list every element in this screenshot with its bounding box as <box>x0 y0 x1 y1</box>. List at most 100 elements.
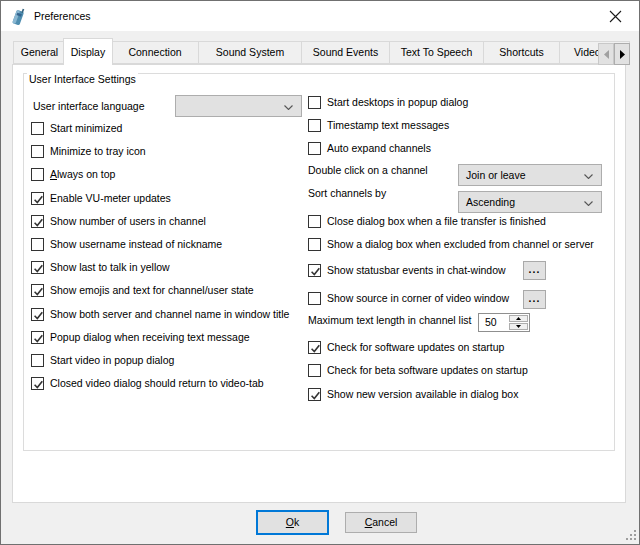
arrow-left-icon <box>604 50 609 59</box>
sort-channels-label: Sort channels by <box>308 187 386 200</box>
auto-expand-checkbox[interactable] <box>308 142 321 155</box>
option-desktops-popup[interactable]: Start desktops in popup dialog <box>308 95 468 109</box>
option-timestamp[interactable]: Timestamp text messages <box>308 118 449 132</box>
option-check-beta-updates[interactable]: Check for beta software updates on start… <box>308 363 528 377</box>
sort-channels-select[interactable]: Ascending <box>458 191 602 213</box>
vu-meter-label: Enable VU-meter updates <box>50 192 171 205</box>
close-icon <box>609 10 622 23</box>
timestamp-label: Timestamp text messages <box>327 119 449 132</box>
option-excluded-dialog[interactable]: Show a dialog box when excluded from cha… <box>308 237 594 251</box>
option-video-return-tab[interactable]: Closed video dialog should return to vid… <box>31 376 264 390</box>
video-return-tab-checkbox[interactable] <box>31 377 44 390</box>
popup-text-message-checkbox[interactable] <box>31 331 44 344</box>
excluded-dialog-checkbox[interactable] <box>308 238 321 251</box>
option-check-updates[interactable]: Check for software updates on startup <box>308 340 504 354</box>
option-close-file-transfer[interactable]: Close dialog box when a file transfer is… <box>308 214 546 228</box>
last-to-talk-checkbox[interactable] <box>31 261 44 274</box>
show-username-label: Show username instead of nickname <box>50 238 222 251</box>
option-server-channel-title[interactable]: Show both server and channel name in win… <box>31 307 289 321</box>
max-text-length-value: 50 <box>479 316 508 329</box>
language-select[interactable] <box>175 95 302 117</box>
statusbar-events-label: Show statusbar events in chat-window <box>327 264 506 277</box>
video-source-corner-checkbox[interactable] <box>308 292 321 305</box>
arrow-down-icon <box>516 325 521 328</box>
arrow-right-icon <box>620 50 625 59</box>
option-auto-expand[interactable]: Auto expand channels <box>308 141 431 155</box>
video-return-tab-label: Closed video dialog should return to vid… <box>50 377 264 390</box>
option-minimize-to-tray[interactable]: Minimize to tray icon <box>31 144 146 158</box>
popup-text-message-label: Popup dialog when receiving text message <box>50 331 250 344</box>
cancel-button[interactable]: Cancel <box>345 512 417 533</box>
option-last-to-talk[interactable]: Show last to talk in yellow <box>31 260 170 274</box>
check-updates-checkbox[interactable] <box>308 341 321 354</box>
option-video-popup[interactable]: Start video in popup dialog <box>31 353 174 367</box>
option-statusbar-events[interactable]: Show statusbar events in chat-window <box>308 263 506 277</box>
close-file-transfer-label: Close dialog box when a file transfer is… <box>327 215 546 228</box>
option-show-username[interactable]: Show username instead of nickname <box>31 237 222 251</box>
new-version-dialog-label: Show new version available in dialog box <box>327 388 518 401</box>
video-popup-checkbox[interactable] <box>31 354 44 367</box>
option-show-user-count[interactable]: Show number of users in channel <box>31 214 206 228</box>
resize-grip[interactable] <box>624 528 638 542</box>
tab-scroll-left-button[interactable] <box>598 43 614 65</box>
tab-display[interactable]: Display <box>63 38 113 65</box>
minimize-to-tray-checkbox[interactable] <box>31 145 44 158</box>
double-click-select[interactable]: Join or leave <box>458 164 602 186</box>
chevron-down-icon <box>584 201 593 206</box>
always-on-top-checkbox[interactable] <box>31 168 44 181</box>
ok-label: Ok <box>286 516 299 529</box>
desktops-popup-checkbox[interactable] <box>308 96 321 109</box>
group-title: User Interface Settings <box>27 72 138 87</box>
spin-down-button[interactable] <box>509 323 528 330</box>
show-username-checkbox[interactable] <box>31 238 44 251</box>
server-channel-title-label: Show both server and channel name in win… <box>50 308 289 321</box>
window-title: Preferences <box>34 10 91 23</box>
tab-shortcuts[interactable]: Shortcuts <box>483 41 560 64</box>
ok-button[interactable]: Ok <box>256 510 329 535</box>
chevron-down-icon <box>284 105 293 110</box>
minimize-to-tray-label: Minimize to tray icon <box>50 145 146 158</box>
check-beta-updates-label: Check for beta software updates on start… <box>327 364 528 377</box>
new-version-dialog-checkbox[interactable] <box>308 388 321 401</box>
language-label: User interface language <box>33 100 145 113</box>
tab-scroll-right-button[interactable] <box>614 43 630 65</box>
start-minimized-checkbox[interactable] <box>31 122 44 135</box>
video-source-more-button[interactable]: ... <box>523 290 546 309</box>
tab-connection[interactable]: Connection <box>111 41 199 64</box>
server-channel-title-checkbox[interactable] <box>31 308 44 321</box>
statusbar-events-checkbox[interactable] <box>308 264 321 277</box>
option-vu-meter[interactable]: Enable VU-meter updates <box>31 191 171 205</box>
double-click-value: Join or leave <box>459 169 526 182</box>
option-new-version-dialog[interactable]: Show new version available in dialog box <box>308 387 518 401</box>
timestamp-checkbox[interactable] <box>308 119 321 132</box>
vu-meter-checkbox[interactable] <box>31 192 44 205</box>
double-click-label: Double click on a channel <box>308 164 428 177</box>
check-beta-updates-checkbox[interactable] <box>308 364 321 377</box>
spin-up-button[interactable] <box>509 315 528 322</box>
option-video-source-corner[interactable]: Show source in corner of video window <box>308 291 509 305</box>
max-text-length-spinbox[interactable]: 50 <box>478 313 530 332</box>
start-minimized-label: Start minimized <box>50 122 122 135</box>
tab-text-to-speech[interactable]: Text To Speech <box>389 41 484 64</box>
option-show-emojis[interactable]: Show emojis and text for channel/user st… <box>31 283 254 297</box>
last-to-talk-label: Show last to talk in yellow <box>50 261 170 274</box>
cancel-label: Cancel <box>365 516 398 529</box>
close-file-transfer-checkbox[interactable] <box>308 215 321 228</box>
show-user-count-checkbox[interactable] <box>31 215 44 228</box>
statusbar-events-more-button[interactable]: ... <box>523 261 546 280</box>
show-user-count-label: Show number of users in channel <box>50 215 206 228</box>
desktops-popup-label: Start desktops in popup dialog <box>327 96 468 109</box>
option-always-on-top[interactable]: Always on top <box>31 167 115 181</box>
arrow-up-icon <box>516 317 521 320</box>
video-source-corner-label: Show source in corner of video window <box>327 292 509 305</box>
option-start-minimized[interactable]: Start minimized <box>31 121 122 135</box>
tab-general[interactable]: General <box>13 41 66 64</box>
excluded-dialog-label: Show a dialog box when excluded from cha… <box>327 238 594 251</box>
close-button[interactable] <box>593 2 638 31</box>
option-popup-text-message[interactable]: Popup dialog when receiving text message <box>31 330 250 344</box>
show-emojis-checkbox[interactable] <box>31 284 44 297</box>
tab-sound-system[interactable]: Sound System <box>198 41 302 64</box>
video-popup-label: Start video in popup dialog <box>50 354 174 367</box>
title-bar: Preferences <box>1 1 639 31</box>
tab-sound-events[interactable]: Sound Events <box>301 41 390 64</box>
